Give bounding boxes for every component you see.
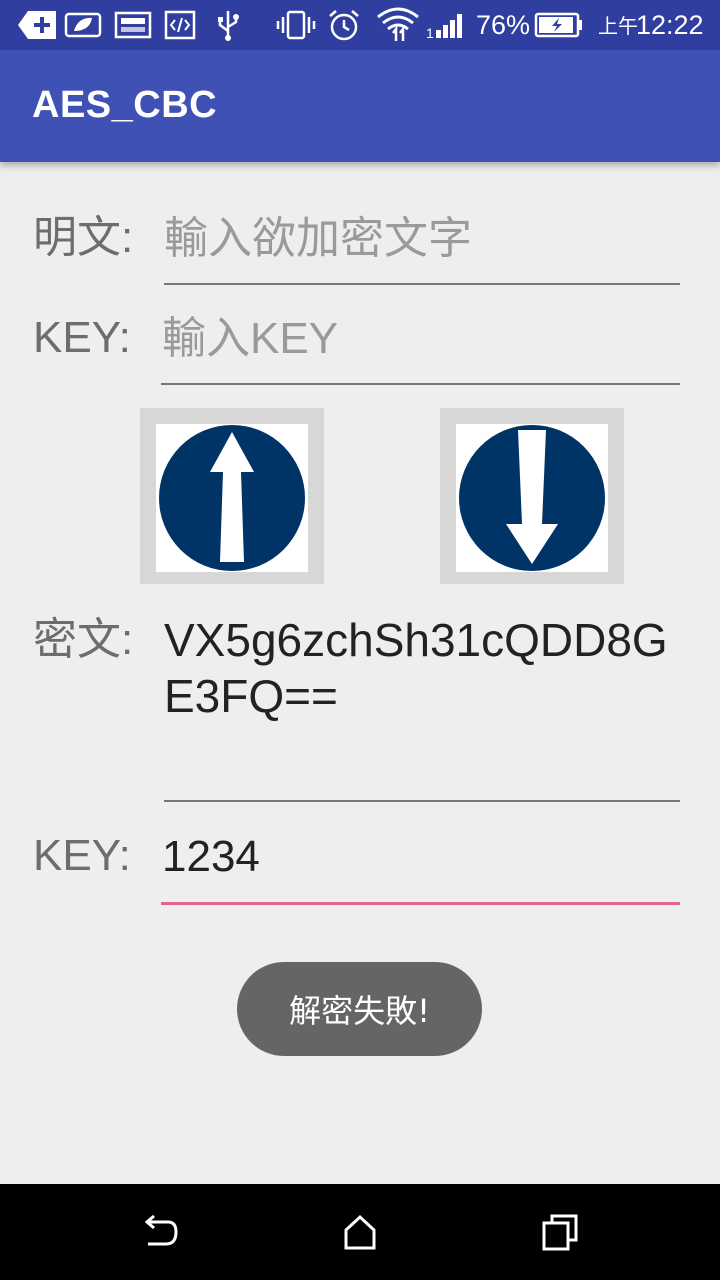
encrypt-button[interactable] [140,408,324,584]
back-button[interactable] [132,1204,188,1260]
vibrate-icon [276,9,316,41]
add-notification-icon [18,9,56,41]
decrypt-image [456,424,608,572]
plaintext-underline [164,283,680,285]
code-icon [164,9,196,41]
navigation-bar [0,1184,720,1280]
home-button[interactable] [332,1204,388,1260]
app-bar: AES_CBC [0,50,720,162]
time-prefix: 上午 [598,14,638,38]
svg-text:1: 1 [426,25,434,40]
image-icon [114,9,152,41]
battery-percent: 76% [476,10,531,40]
back-icon [144,1214,178,1246]
status-bar: 1 76% 上午 12:22 [0,0,720,50]
key2-input[interactable] [162,830,678,884]
clock-time: 12:22 [636,10,704,40]
signal-icon: 1 [426,9,468,41]
encrypt-image [156,424,308,572]
wifi-icon [376,7,420,41]
decrypt-button[interactable] [440,408,624,584]
ciphertext-underline [164,800,680,802]
key-input[interactable] [162,312,678,366]
key-label: KEY: [33,313,131,362]
plaintext-input[interactable] [164,212,678,266]
arrow-up-icon [159,425,305,571]
plaintext-label: 明文: [33,213,134,262]
leaf-battery-icon [64,9,104,41]
toast-message: 解密失敗! [237,962,482,1056]
recents-button[interactable] [532,1204,588,1260]
home-icon [344,1214,376,1250]
ciphertext-label: 密文: [33,615,134,664]
recents-icon [542,1214,578,1251]
arrow-down-icon [459,425,605,571]
key-underline [161,383,680,385]
usb-icon [212,9,244,41]
battery-charging-icon [534,9,584,41]
key2-underline [161,902,680,905]
alarm-icon [326,9,362,41]
key2-label: KEY: [33,831,131,880]
ciphertext-value[interactable]: VX5g6zchSh31cQDD8GE3FQ== [164,612,684,724]
app-title: AES_CBC [32,84,218,126]
